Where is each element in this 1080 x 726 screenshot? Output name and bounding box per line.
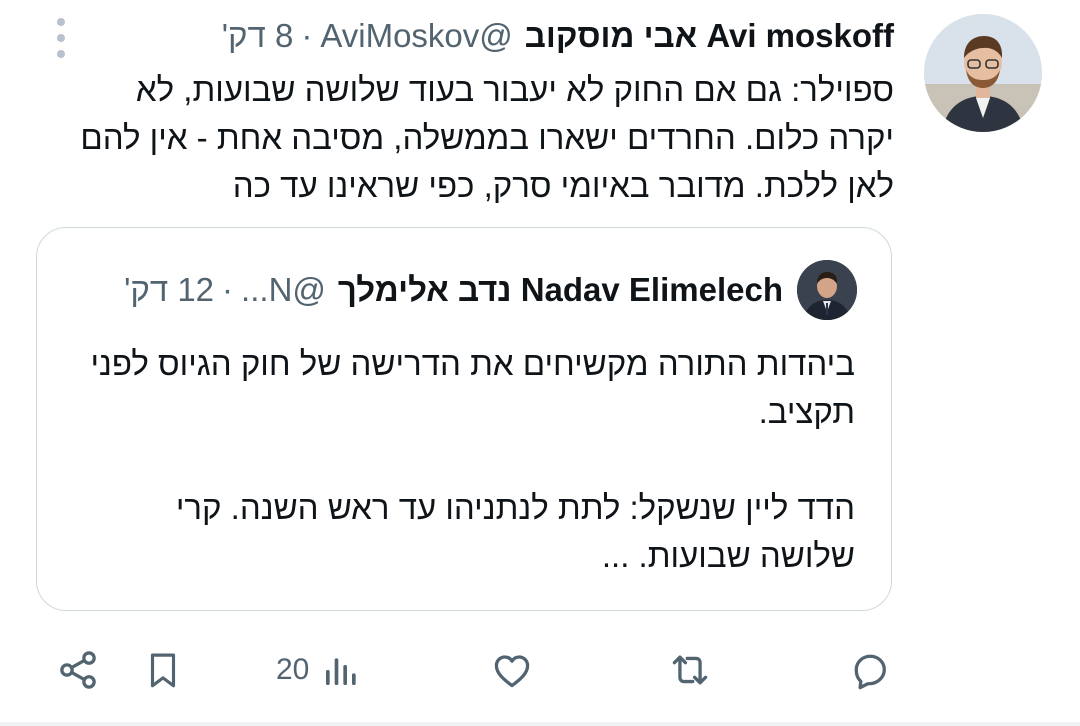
divider (0, 722, 1080, 726)
share-icon (60, 651, 96, 689)
retweet-icon (672, 655, 708, 685)
tweet-header: Avi moskoff אבי מוסקוב @AviMoskov · 8 דק… (222, 14, 894, 58)
retweet-button[interactable] (666, 640, 714, 700)
author-handle[interactable]: @AviMoskov (320, 17, 512, 55)
share-button[interactable] (56, 640, 100, 700)
quoted-author-name[interactable]: Nadav Elimelech נדב אלימלך (338, 271, 783, 309)
views-icon (326, 658, 357, 685)
reply-button[interactable] (848, 640, 892, 700)
author-name[interactable]: Avi moskoff אבי מוסקוב (525, 17, 894, 55)
quoted-tweet-time[interactable]: 12 דק' (124, 271, 214, 309)
more-icon[interactable] (52, 18, 70, 58)
separator-dot: · (301, 17, 313, 54)
action-bar: 20 (0, 640, 1080, 700)
quoted-tweet-header: Nadav Elimelech נדב אלימלך @N... · 12 דק… (124, 268, 783, 312)
quoted-tweet[interactable]: Nadav Elimelech נדב אלימלך @N... · 12 דק… (36, 227, 892, 611)
like-button[interactable] (490, 640, 534, 700)
bookmark-button[interactable] (142, 640, 184, 700)
tweet-time[interactable]: 8 דק' (222, 17, 294, 55)
author-avatar[interactable] (924, 14, 1042, 132)
bookmark-icon (150, 653, 176, 688)
views-count: 20 (276, 653, 310, 686)
like-icon (494, 655, 530, 688)
reply-icon (854, 654, 886, 690)
quoted-separator-dot: · (222, 271, 234, 308)
quoted-tweet-text: ביהדות התורה מקשיחים את הדרישה של חוק הג… (90, 345, 855, 574)
tweet-text: ספוילר: גם אם החוק לא יעבור בעוד שלושה ש… (80, 71, 894, 204)
views-button[interactable]: 20 (276, 640, 361, 700)
quoted-author-avatar[interactable] (797, 260, 857, 320)
quoted-author-handle[interactable]: @N... (241, 271, 326, 309)
